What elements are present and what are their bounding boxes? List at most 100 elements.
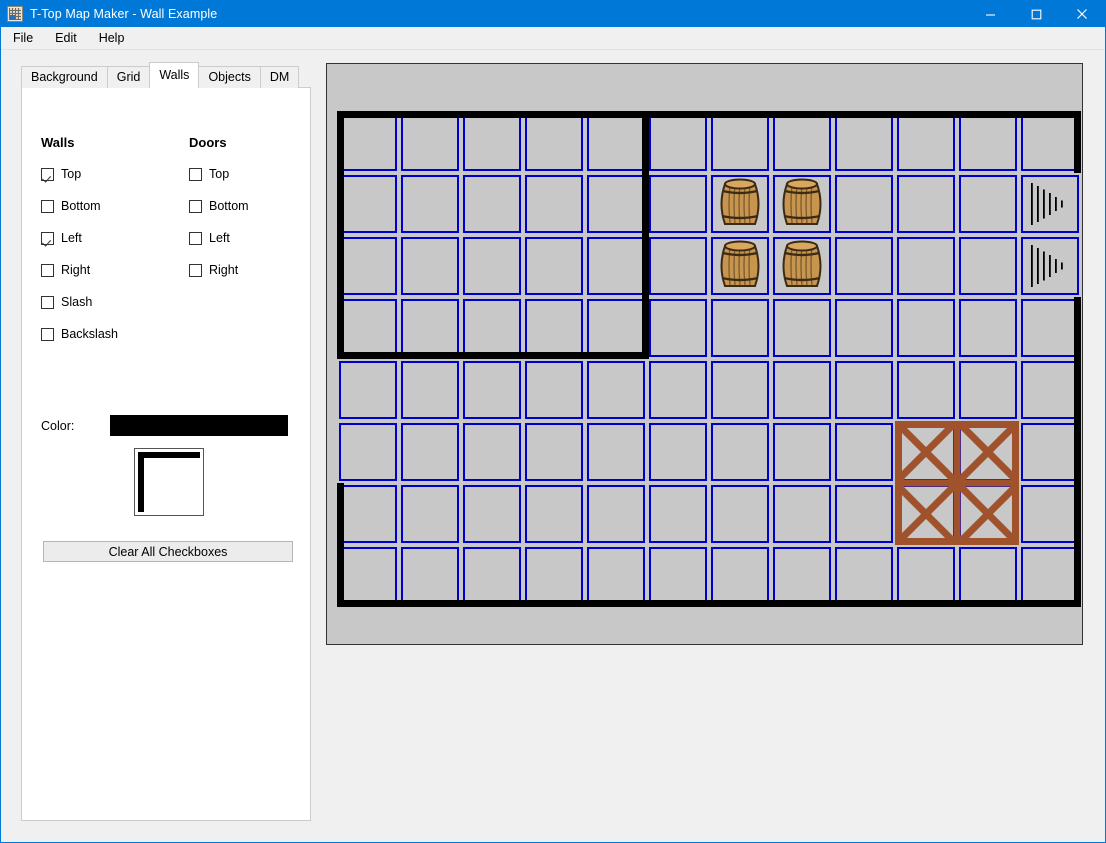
grid-cell[interactable] (525, 485, 583, 543)
grid-cell[interactable] (587, 547, 645, 605)
barrel-object[interactable] (771, 235, 833, 297)
checkbox-wall-backslash[interactable]: Backslash (41, 327, 118, 341)
barrel-object[interactable] (771, 173, 833, 235)
grid-cell[interactable] (525, 175, 583, 233)
grid-cell[interactable] (339, 175, 397, 233)
grid-cell[interactable] (649, 361, 707, 419)
grid-cell[interactable] (525, 237, 583, 295)
grid-cell[interactable] (401, 547, 459, 605)
grid-cell[interactable] (835, 175, 893, 233)
grid-cell[interactable] (339, 113, 397, 171)
stairs-object[interactable] (1019, 173, 1081, 235)
grid-cell[interactable] (463, 361, 521, 419)
grid-cell[interactable] (525, 547, 583, 605)
grid-cell[interactable] (711, 547, 769, 605)
grid-cell[interactable] (463, 175, 521, 233)
grid-cell[interactable] (339, 485, 397, 543)
grid-cell[interactable] (835, 485, 893, 543)
grid-cell[interactable] (401, 423, 459, 481)
checkbox-door-bottom[interactable]: Bottom (189, 199, 249, 213)
menu-item-file[interactable]: File (3, 29, 43, 47)
grid-cell[interactable] (587, 361, 645, 419)
grid-cell[interactable] (835, 299, 893, 357)
grid-cell[interactable] (339, 299, 397, 357)
tab-objects[interactable]: Objects (198, 66, 261, 88)
clear-all-checkboxes-button[interactable]: Clear All Checkboxes (43, 541, 293, 562)
grid-cell[interactable] (773, 485, 831, 543)
checkbox-wall-top[interactable]: Top (41, 167, 81, 181)
grid-cell[interactable] (897, 547, 955, 605)
grid-cell[interactable] (649, 175, 707, 233)
stairs-object[interactable] (1019, 235, 1081, 297)
grid-cell[interactable] (525, 361, 583, 419)
grid-cell[interactable] (773, 423, 831, 481)
minimize-button[interactable] (967, 1, 1013, 27)
grid-cell[interactable] (897, 361, 955, 419)
grid-cell[interactable] (711, 299, 769, 357)
grid-cell[interactable] (587, 485, 645, 543)
grid-cell[interactable] (1021, 485, 1079, 543)
grid-cell[interactable] (835, 423, 893, 481)
grid-cell[interactable] (587, 237, 645, 295)
tab-walls[interactable]: Walls (149, 62, 200, 88)
barrel-object[interactable] (709, 173, 771, 235)
grid-cell[interactable] (339, 547, 397, 605)
grid-cell[interactable] (773, 361, 831, 419)
grid-cell[interactable] (649, 113, 707, 171)
grid-cell[interactable] (897, 175, 955, 233)
grid-cell[interactable] (463, 237, 521, 295)
grid-cell[interactable] (773, 299, 831, 357)
grid-cell[interactable] (525, 299, 583, 357)
checkbox-wall-left[interactable]: Left (41, 231, 82, 245)
grid-cell[interactable] (959, 299, 1017, 357)
grid-cell[interactable] (711, 113, 769, 171)
grid-cell[interactable] (649, 423, 707, 481)
grid-cell[interactable] (959, 361, 1017, 419)
grid-cell[interactable] (1021, 547, 1079, 605)
grate-object[interactable] (892, 418, 1022, 548)
grid-cell[interactable] (401, 485, 459, 543)
grid-cell[interactable] (897, 237, 955, 295)
menu-item-help[interactable]: Help (89, 29, 135, 47)
map-canvas[interactable] (326, 63, 1083, 645)
grid-cell[interactable] (649, 299, 707, 357)
tab-background[interactable]: Background (21, 66, 108, 88)
checkbox-wall-right[interactable]: Right (41, 263, 90, 277)
grid-cell[interactable] (835, 237, 893, 295)
grid-cell[interactable] (649, 485, 707, 543)
tab-grid[interactable]: Grid (106, 66, 151, 88)
menu-item-edit[interactable]: Edit (45, 29, 87, 47)
grid-cell[interactable] (897, 113, 955, 171)
maximize-button[interactable] (1013, 1, 1059, 27)
grid-cell[interactable] (525, 113, 583, 171)
grid-cell[interactable] (1021, 361, 1079, 419)
grid-cell[interactable] (711, 361, 769, 419)
grid-cell[interactable] (959, 237, 1017, 295)
grid-cell[interactable] (711, 423, 769, 481)
grid-cell[interactable] (835, 361, 893, 419)
grid-cell[interactable] (1021, 299, 1079, 357)
grid-cell[interactable] (401, 237, 459, 295)
grid-cell[interactable] (339, 237, 397, 295)
checkbox-wall-bottom[interactable]: Bottom (41, 199, 101, 213)
grid-cell[interactable] (773, 113, 831, 171)
grid-cell[interactable] (339, 361, 397, 419)
grid-cell[interactable] (1021, 113, 1079, 171)
grid-cell[interactable] (897, 299, 955, 357)
grid-cell[interactable] (711, 485, 769, 543)
checkbox-door-left[interactable]: Left (189, 231, 230, 245)
grid-cell[interactable] (959, 547, 1017, 605)
grid-cell[interactable] (587, 423, 645, 481)
checkbox-wall-slash[interactable]: Slash (41, 295, 92, 309)
close-button[interactable] (1059, 1, 1105, 27)
grid-cell[interactable] (649, 237, 707, 295)
grid-cell[interactable] (587, 113, 645, 171)
grid-cell[interactable] (463, 547, 521, 605)
grid-cell[interactable] (835, 547, 893, 605)
tab-dm[interactable]: DM (259, 66, 300, 88)
grid-cell[interactable] (339, 423, 397, 481)
grid-cell[interactable] (463, 299, 521, 357)
grid-cell[interactable] (587, 175, 645, 233)
checkbox-door-top[interactable]: Top (189, 167, 229, 181)
grid-cell[interactable] (959, 113, 1017, 171)
